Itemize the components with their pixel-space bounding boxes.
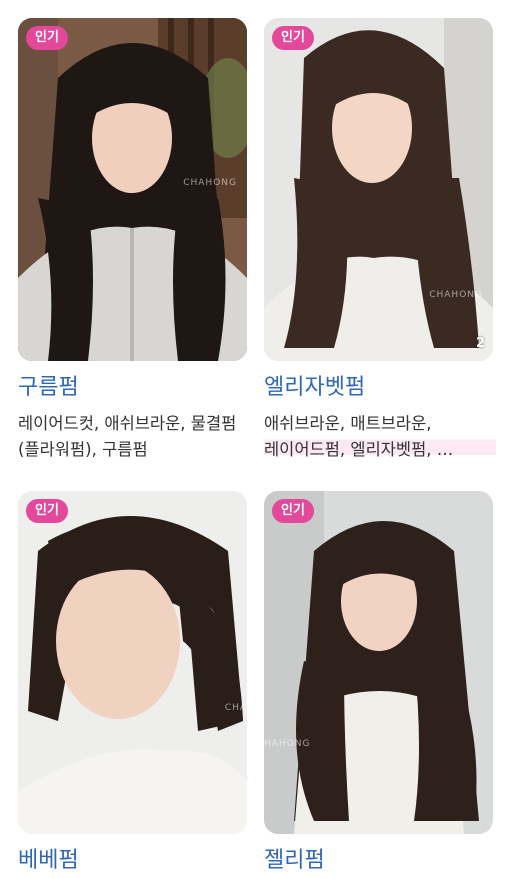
photo-image (18, 491, 247, 834)
popular-badge: 인기 (26, 26, 68, 50)
popular-badge: 인기 (272, 499, 314, 523)
popular-badge: 인기 (272, 26, 314, 50)
hairstyle-tags: 애쉬브라운, 매트브라운, 레이어드펌, 엘리자벳펌, … (264, 411, 496, 463)
hairstyle-card[interactable]: CHAHONG 인기 구름펌 레이어드컷, 애쉬브라운, 물결펌(플라워펌), … (18, 18, 248, 463)
hairstyle-card[interactable]: CHA 인기 베베펌 (18, 491, 248, 876)
photo-image (264, 491, 493, 834)
hairstyle-tags: 레이어드컷, 애쉬브라운, 물결펌(플라워펌), 구름펌 (18, 414, 237, 459)
hairstyle-name[interactable]: 젤리펌 (264, 846, 494, 876)
hairstyle-photo[interactable]: CHAHONG 인기 (18, 18, 247, 361)
photo-image (264, 18, 493, 361)
watermark-text: CHAHONG (429, 290, 483, 300)
hairstyle-photo[interactable]: CHA 인기 (18, 491, 247, 834)
hairstyle-name[interactable]: 엘리자벳펌 (264, 373, 494, 403)
hairstyle-card[interactable]: HAHONG 인기 젤리펌 (264, 491, 494, 876)
popular-badge: 인기 (26, 499, 68, 523)
photo-image (18, 18, 247, 361)
hairstyle-name[interactable]: 구름펌 (18, 373, 248, 403)
photo-count: 2 (475, 336, 485, 351)
hairstyle-photo[interactable]: HAHONG 인기 (264, 491, 493, 834)
watermark-text: HAHONG (264, 739, 311, 749)
hairstyle-name[interactable]: 베베펌 (18, 846, 248, 876)
hairstyle-card[interactable]: CHAHONG 인기 2 엘리자벳펌 애쉬브라운, 매트브라운, 레이어드펌, … (264, 18, 496, 463)
watermark-text: CHAHONG (183, 178, 237, 188)
hairstyle-grid: CHAHONG 인기 구름펌 레이어드컷, 애쉬브라운, 물결펌(플라워펌), … (0, 0, 506, 878)
watermark-text: CHA (224, 703, 247, 713)
hairstyle-photo[interactable]: CHAHONG 인기 2 (264, 18, 493, 361)
